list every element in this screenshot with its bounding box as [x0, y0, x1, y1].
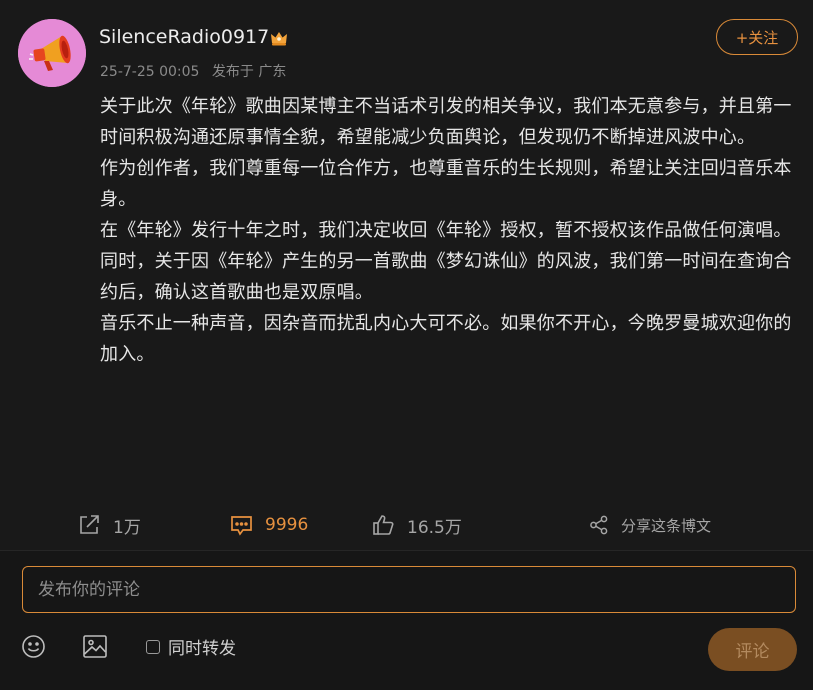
- submit-comment-button[interactable]: 评论: [708, 628, 797, 671]
- like-count: 16.5万: [407, 517, 462, 538]
- emoji-icon[interactable]: [21, 634, 46, 659]
- avatar[interactable]: [18, 19, 86, 87]
- action-bar: 1万 9996 16.5万 分享这条博文: [0, 504, 813, 546]
- post-meta: 25-7-25 00:05 发布于 广东: [100, 61, 286, 81]
- post-paragraph: 作为创作者，我们尊重每一位合作方，也尊重音乐的生长规则，希望让关注回归音乐本身。: [100, 158, 792, 210]
- repost-icon: [80, 515, 99, 534]
- post-location: 发布于 广东: [211, 64, 287, 80]
- like-button[interactable]: 16.5万: [372, 504, 462, 546]
- repost-checkbox-label: 同时转发: [168, 639, 236, 659]
- post-paragraph: 关于此次《年轮》歌曲因某博主不当话术引发的相关争议，我们本无意参与，并且第一时间…: [100, 96, 792, 148]
- follow-button[interactable]: +关注: [716, 19, 798, 55]
- share-button[interactable]: 分享这条博文: [589, 504, 711, 546]
- share-label: 分享这条博文: [621, 516, 712, 535]
- username[interactable]: SilenceRadio0917: [99, 26, 269, 48]
- post-paragraph: 在《年轮》发行十年之时，我们决定收回《年轮》授权，暂不授权该作品做任何演唱。: [100, 220, 792, 241]
- divider: [0, 550, 813, 551]
- repost-checkbox[interactable]: 同时转发: [146, 634, 236, 659]
- post-content: 关于此次《年轮》歌曲因某博主不当话术引发的相关争议，我们本无意参与，并且第一时间…: [100, 91, 800, 370]
- megaphone-icon: [18, 19, 86, 87]
- composer-toolbar: 同时转发 评论: [0, 626, 813, 672]
- repost-button[interactable]: 1万: [78, 504, 141, 546]
- post-date: 25-7-25 00:05: [100, 64, 200, 80]
- checkbox[interactable]: [146, 639, 160, 654]
- comment-count: 9996: [265, 515, 309, 535]
- crown-icon: [271, 32, 287, 46]
- post-paragraph: 同时，关于因《年轮》产生的另一首歌曲《梦幻诛仙》的风波，我们第一时间在查询合约后…: [100, 251, 792, 303]
- post-paragraph: 音乐不止一种声音，因杂音而扰乱内心大可不必。如果你不开心，今晚罗曼城欢迎你的加入…: [100, 313, 792, 365]
- thumbs-up-icon: [373, 515, 394, 535]
- post-card: SilenceRadio0917 25-7-25 00:05 发布于 广东 +关…: [0, 0, 813, 550]
- image-icon[interactable]: [82, 634, 108, 659]
- repost-count: 1万: [113, 517, 141, 538]
- comment-icon: [231, 516, 252, 536]
- comment-input[interactable]: [22, 566, 796, 613]
- comment-button[interactable]: 9996: [230, 504, 308, 546]
- share-icon: [590, 515, 608, 535]
